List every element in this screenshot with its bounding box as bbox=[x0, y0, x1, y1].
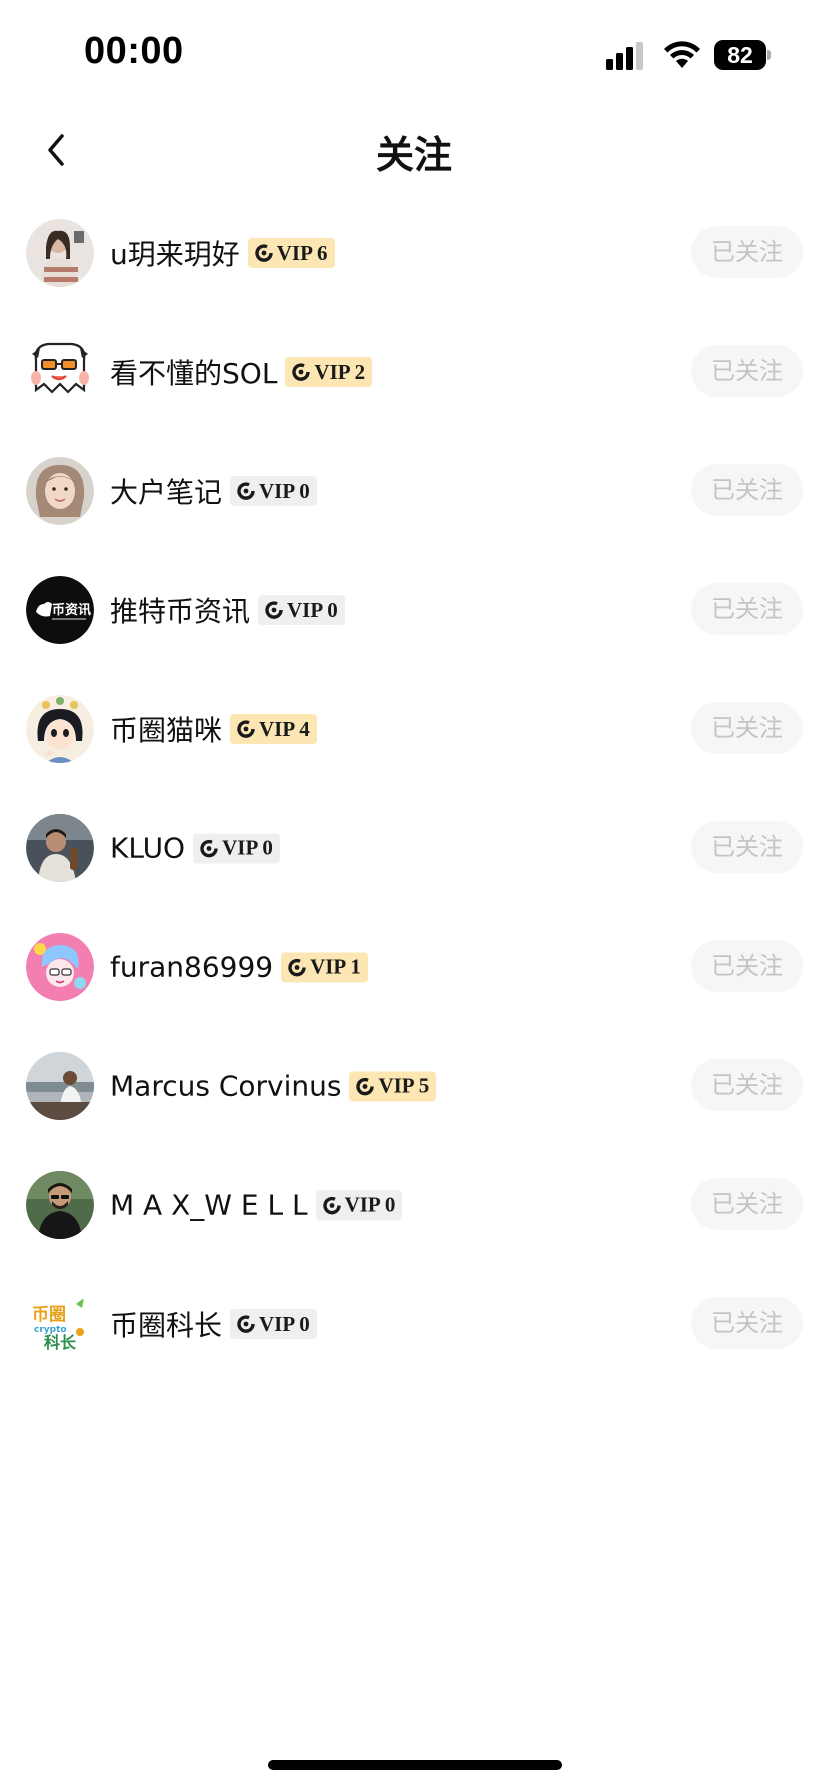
avatar[interactable] bbox=[26, 457, 94, 525]
list-item[interactable]: 币资讯 推特币资讯 VIP 0 已关注 bbox=[0, 557, 828, 676]
battery-icon: 82 bbox=[714, 40, 772, 70]
vip-level: VIP 0 bbox=[287, 597, 338, 622]
svg-text:币圈: 币圈 bbox=[32, 1305, 66, 1325]
avatar[interactable] bbox=[26, 338, 94, 406]
vip-logo-icon bbox=[200, 839, 218, 857]
user-info: 推特币资讯 VIP 0 bbox=[110, 590, 345, 630]
battery-level: 82 bbox=[714, 40, 766, 70]
list-item[interactable]: 大户笔记 VIP 0 已关注 bbox=[0, 438, 828, 557]
vip-level: VIP 0 bbox=[344, 1192, 396, 1217]
wifi-icon bbox=[664, 41, 700, 68]
vip-logo-icon bbox=[237, 720, 255, 738]
vip-logo-icon bbox=[237, 1315, 255, 1333]
vip-logo-icon bbox=[322, 1196, 341, 1214]
username[interactable]: 币圈科长 bbox=[110, 1304, 222, 1344]
vip-badge: VIP 0 bbox=[230, 1309, 317, 1339]
user-info: 币圈猫咪 VIP 4 bbox=[110, 709, 317, 749]
username[interactable]: u玥来玥好 bbox=[110, 233, 240, 273]
vip-badge: VIP 6 bbox=[247, 238, 335, 268]
vip-badge: VIP 0 bbox=[230, 476, 317, 506]
following-button[interactable]: 已关注 bbox=[691, 702, 803, 754]
avatar[interactable] bbox=[26, 814, 94, 882]
avatar[interactable] bbox=[26, 1052, 94, 1120]
status-bar: 00:00 82 bbox=[0, 0, 828, 110]
vip-level: VIP 0 bbox=[259, 478, 310, 503]
list-item[interactable]: u玥来玥好 VIP 6 已关注 bbox=[0, 200, 828, 319]
user-info: furan86999 VIP 1 bbox=[110, 951, 368, 984]
user-info: u玥来玥好 VIP 6 bbox=[110, 233, 335, 273]
following-list: u玥来玥好 VIP 6 已关注 看不懂的SOL VIP 2 已关注 大户笔记 V… bbox=[0, 200, 828, 1390]
vip-level: VIP 2 bbox=[314, 359, 366, 384]
vip-logo-icon bbox=[292, 363, 311, 381]
user-info: 大户笔记 VIP 0 bbox=[110, 471, 317, 511]
following-button[interactable]: 已关注 bbox=[691, 1297, 803, 1349]
list-item[interactable]: furan86999 VIP 1 已关注 bbox=[0, 914, 828, 1033]
user-info: M A X_W E L L VIP 0 bbox=[110, 1189, 403, 1222]
user-info: KLUO VIP 0 bbox=[110, 832, 280, 865]
list-item[interactable]: M A X_W E L L VIP 0 已关注 bbox=[0, 1152, 828, 1271]
username[interactable]: 大户笔记 bbox=[110, 471, 222, 511]
following-button[interactable]: 已关注 bbox=[691, 464, 803, 516]
username[interactable]: 推特币资讯 bbox=[110, 590, 250, 630]
vip-badge: VIP 4 bbox=[230, 714, 317, 744]
vip-level: VIP 4 bbox=[259, 716, 310, 741]
vip-badge: VIP 0 bbox=[258, 595, 345, 625]
following-button[interactable]: 已关注 bbox=[691, 226, 803, 278]
home-indicator[interactable] bbox=[268, 1760, 562, 1770]
vip-badge: VIP 2 bbox=[285, 357, 373, 387]
following-button[interactable]: 已关注 bbox=[691, 1178, 803, 1230]
status-time: 00:00 bbox=[84, 30, 184, 72]
signal-icon bbox=[606, 42, 643, 70]
vip-badge: VIP 1 bbox=[281, 952, 368, 982]
vip-logo-icon bbox=[255, 244, 273, 262]
nav-bar: 关注 bbox=[0, 110, 828, 190]
battery-tip bbox=[767, 50, 771, 60]
vip-level: VIP 6 bbox=[276, 240, 328, 265]
vip-logo-icon bbox=[288, 958, 306, 976]
vip-badge: VIP 5 bbox=[349, 1071, 437, 1101]
username[interactable]: Marcus Corvinus bbox=[110, 1070, 341, 1103]
vip-badge: VIP 0 bbox=[193, 833, 280, 863]
avatar[interactable] bbox=[26, 219, 94, 287]
username[interactable]: M A X_W E L L bbox=[110, 1189, 308, 1222]
vip-level: VIP 1 bbox=[310, 954, 361, 979]
list-item[interactable]: KLUO VIP 0 已关注 bbox=[0, 795, 828, 914]
avatar[interactable] bbox=[26, 695, 94, 763]
following-button[interactable]: 已关注 bbox=[691, 1059, 803, 1111]
vip-logo-icon bbox=[356, 1077, 375, 1095]
vip-level: VIP 0 bbox=[222, 835, 273, 860]
following-button[interactable]: 已关注 bbox=[691, 345, 803, 397]
vip-logo-icon bbox=[265, 601, 283, 619]
username[interactable]: furan86999 bbox=[110, 951, 273, 984]
user-info: 币圈科长 VIP 0 bbox=[110, 1304, 317, 1344]
avatar[interactable] bbox=[26, 933, 94, 1001]
vip-level: VIP 0 bbox=[259, 1311, 310, 1336]
following-button[interactable]: 已关注 bbox=[691, 583, 803, 635]
avatar[interactable]: 币资讯 bbox=[26, 576, 94, 644]
vip-level: VIP 5 bbox=[378, 1073, 430, 1098]
avatar[interactable] bbox=[26, 1171, 94, 1239]
list-item[interactable]: 币圈 crypto 科长 币圈科长 VIP 0 已关注 bbox=[0, 1271, 828, 1390]
username[interactable]: KLUO bbox=[110, 832, 185, 865]
page-title: 关注 bbox=[375, 133, 452, 177]
svg-text:币资讯: 币资讯 bbox=[52, 602, 91, 618]
list-item[interactable]: Marcus Corvinus VIP 5 已关注 bbox=[0, 1033, 828, 1152]
vip-logo-icon bbox=[237, 482, 255, 500]
vip-badge: VIP 0 bbox=[315, 1190, 403, 1220]
username[interactable]: 看不懂的SOL bbox=[110, 352, 277, 392]
svg-text:科长: 科长 bbox=[44, 1333, 77, 1352]
user-info: Marcus Corvinus VIP 5 bbox=[110, 1070, 437, 1103]
following-button[interactable]: 已关注 bbox=[691, 940, 803, 992]
list-item[interactable]: 看不懂的SOL VIP 2 已关注 bbox=[0, 319, 828, 438]
username[interactable]: 币圈猫咪 bbox=[110, 709, 222, 749]
user-info: 看不懂的SOL VIP 2 bbox=[110, 352, 373, 392]
avatar[interactable]: 币圈 crypto 科长 bbox=[26, 1290, 94, 1358]
list-item[interactable]: 币圈猫咪 VIP 4 已关注 bbox=[0, 676, 828, 795]
following-button[interactable]: 已关注 bbox=[691, 821, 803, 873]
